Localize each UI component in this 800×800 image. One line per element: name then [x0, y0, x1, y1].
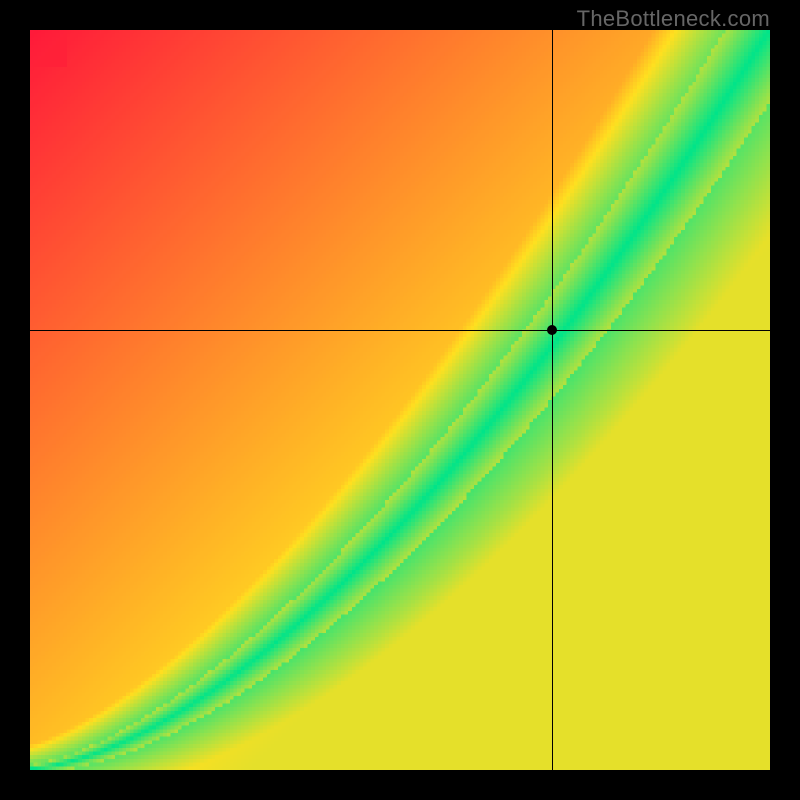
crosshair-marker — [547, 325, 557, 335]
chart-frame: TheBottleneck.com — [0, 0, 800, 800]
watermark-text: TheBottleneck.com — [577, 6, 770, 32]
crosshair-horizontal — [30, 330, 770, 331]
plot-area — [30, 30, 770, 770]
heatmap-canvas — [30, 30, 770, 770]
crosshair-vertical — [552, 30, 553, 770]
